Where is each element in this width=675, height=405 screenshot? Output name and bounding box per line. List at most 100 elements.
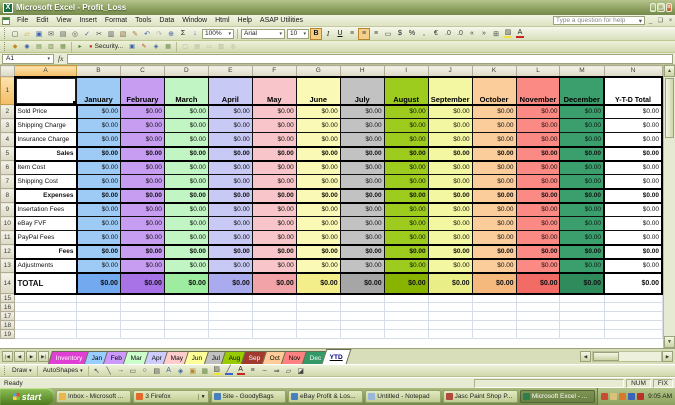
fill-color-icon[interactable]: ▨ — [211, 365, 223, 377]
redo-icon[interactable]: ↷ — [153, 28, 165, 40]
cell-may-insurance-charge[interactable]: $0.00 — [252, 133, 296, 147]
workbook-restore-button[interactable]: ❑ — [656, 16, 665, 25]
menu-asap-utilities[interactable]: ASAP Utilities — [256, 16, 307, 25]
print-preview-icon[interactable]: ◎ — [69, 28, 81, 40]
cell-august-paypal-fees[interactable]: $0.00 — [384, 231, 428, 245]
cell-november-expenses[interactable]: $0.00 — [516, 189, 560, 203]
cell-july-insertation-fees[interactable]: $0.00 — [340, 203, 384, 217]
menu-tools[interactable]: Tools — [131, 16, 155, 25]
dash-style-icon[interactable]: ┄ — [259, 365, 271, 377]
scroll-right-icon[interactable]: ▶ — [662, 351, 673, 362]
column-header-F[interactable]: F — [252, 66, 296, 77]
cell-september-total[interactable]: $0.00 — [428, 273, 472, 294]
cell-may-expenses[interactable]: $0.00 — [252, 189, 296, 203]
cell-january-paypal-fees[interactable]: $0.00 — [77, 231, 121, 245]
cell-october-shipping-charge[interactable]: $0.00 — [472, 119, 516, 133]
shadow-style-icon[interactable]: ▱ — [283, 365, 295, 377]
cell-march-insurance-charge[interactable]: $0.00 — [164, 133, 208, 147]
cell-ytd-item-cost[interactable]: $0.00 — [604, 161, 662, 175]
row-label-expenses[interactable]: Expenses — [15, 189, 77, 203]
chevron-down-icon[interactable]: ▼ — [198, 394, 206, 400]
empty-cell[interactable] — [340, 330, 384, 339]
select-all-button[interactable] — [1, 66, 15, 77]
empty-cell[interactable] — [120, 312, 164, 321]
empty-cell[interactable] — [472, 321, 516, 330]
cell-july-sold-price[interactable]: $0.00 — [340, 105, 384, 119]
row-label-ebay-fvf[interactable]: eBay FVF — [15, 217, 77, 231]
cell-july-total[interactable]: $0.00 — [340, 273, 384, 294]
empty-cell[interactable] — [164, 330, 208, 339]
cell-june-expenses[interactable]: $0.00 — [296, 189, 340, 203]
empty-cell[interactable] — [428, 330, 472, 339]
cell-march-insertation-fees[interactable]: $0.00 — [164, 203, 208, 217]
column-header-D[interactable]: D — [164, 66, 208, 77]
cell-july-item-cost[interactable]: $0.00 — [340, 161, 384, 175]
cell-november-insurance-charge[interactable]: $0.00 — [516, 133, 560, 147]
cell-ytd-paypal-fees[interactable]: $0.00 — [604, 231, 662, 245]
empty-cell[interactable] — [516, 303, 560, 312]
column-header-B[interactable]: B — [77, 66, 121, 77]
cell-november-paypal-fees[interactable]: $0.00 — [516, 231, 560, 245]
row-header-1[interactable]: 1 — [1, 77, 15, 105]
cell-december-shipping-charge[interactable]: $0.00 — [560, 119, 604, 133]
cell-december-insertation-fees[interactable]: $0.00 — [560, 203, 604, 217]
empty-cell[interactable] — [77, 294, 121, 303]
font-color-icon[interactable]: A — [514, 28, 526, 40]
cell-january-shipping-charge[interactable]: $0.00 — [77, 119, 121, 133]
cell-november-sales[interactable]: $0.00 — [516, 147, 560, 161]
cell-june-item-cost[interactable]: $0.00 — [296, 161, 340, 175]
column-header-L[interactable]: L — [516, 66, 560, 77]
run-macro-icon[interactable]: ▸ — [74, 42, 86, 52]
empty-cell[interactable] — [120, 303, 164, 312]
cell-february-adjustments[interactable]: $0.00 — [120, 259, 164, 273]
cell-august-insurance-charge[interactable]: $0.00 — [384, 133, 428, 147]
cell-march-ebay-fvf[interactable]: $0.00 — [164, 217, 208, 231]
next-sheet-button[interactable]: ▶ — [26, 351, 37, 362]
month-header-january[interactable]: January — [77, 77, 121, 105]
cell-march-expenses[interactable]: $0.00 — [164, 189, 208, 203]
row-label-shipping-cost[interactable]: Shipping Cost — [15, 175, 77, 189]
row-header-8[interactable]: 8 — [1, 189, 15, 203]
row-label-item-cost[interactable]: Item Cost — [15, 161, 77, 175]
cell-ytd-insurance-charge[interactable]: $0.00 — [604, 133, 662, 147]
row-label-sales[interactable]: Sales — [15, 147, 77, 161]
cell-february-ebay-fvf[interactable]: $0.00 — [120, 217, 164, 231]
empty-cell[interactable] — [384, 303, 428, 312]
menu-format[interactable]: Format — [101, 16, 131, 25]
cell-august-shipping-cost[interactable]: $0.00 — [384, 175, 428, 189]
empty-cell[interactable] — [296, 321, 340, 330]
cell-may-sales[interactable]: $0.00 — [252, 147, 296, 161]
cell-august-shipping-charge[interactable]: $0.00 — [384, 119, 428, 133]
paste-icon[interactable]: ▧ — [117, 28, 129, 40]
column-header-A[interactable]: A — [15, 66, 77, 77]
menu-help[interactable]: Help — [234, 16, 256, 25]
restore-button[interactable]: ❑ — [657, 3, 665, 12]
threed-style-icon[interactable]: ◪ — [295, 365, 307, 377]
empty-cell[interactable] — [560, 330, 604, 339]
arrow-style-icon[interactable]: ⇒ — [271, 365, 283, 377]
save-icon[interactable]: ▣ — [33, 28, 45, 40]
increase-indent-icon[interactable]: » — [478, 28, 490, 40]
cell-july-insurance-charge[interactable]: $0.00 — [340, 133, 384, 147]
empty-cell[interactable] — [428, 303, 472, 312]
empty-cell[interactable] — [77, 330, 121, 339]
empty-cell[interactable] — [560, 294, 604, 303]
decrease-indent-icon[interactable]: « — [466, 28, 478, 40]
month-header-june[interactable]: June — [296, 77, 340, 105]
month-header-may[interactable]: May — [252, 77, 296, 105]
row-header-15[interactable]: 15 — [1, 294, 15, 303]
cell-january-insertation-fees[interactable]: $0.00 — [77, 203, 121, 217]
first-sheet-button[interactable]: |◀ — [2, 351, 13, 362]
cell-january-adjustments[interactable]: $0.00 — [77, 259, 121, 273]
font-color-icon[interactable]: A — [235, 365, 247, 377]
empty-cell[interactable] — [208, 294, 252, 303]
row-label-total[interactable]: TOTAL — [15, 273, 77, 294]
cell-april-sold-price[interactable]: $0.00 — [208, 105, 252, 119]
empty-cell[interactable] — [428, 294, 472, 303]
cut-icon[interactable]: ✂ — [93, 28, 105, 40]
empty-cell[interactable] — [252, 330, 296, 339]
cell-ytd-sold-price[interactable]: $0.00 — [604, 105, 662, 119]
undo-icon[interactable]: ↶ — [141, 28, 153, 40]
empty-cell[interactable] — [120, 321, 164, 330]
taskbar-item-inbox-microsoft[interactable]: Inbox - Microsoft ... — [56, 390, 131, 403]
